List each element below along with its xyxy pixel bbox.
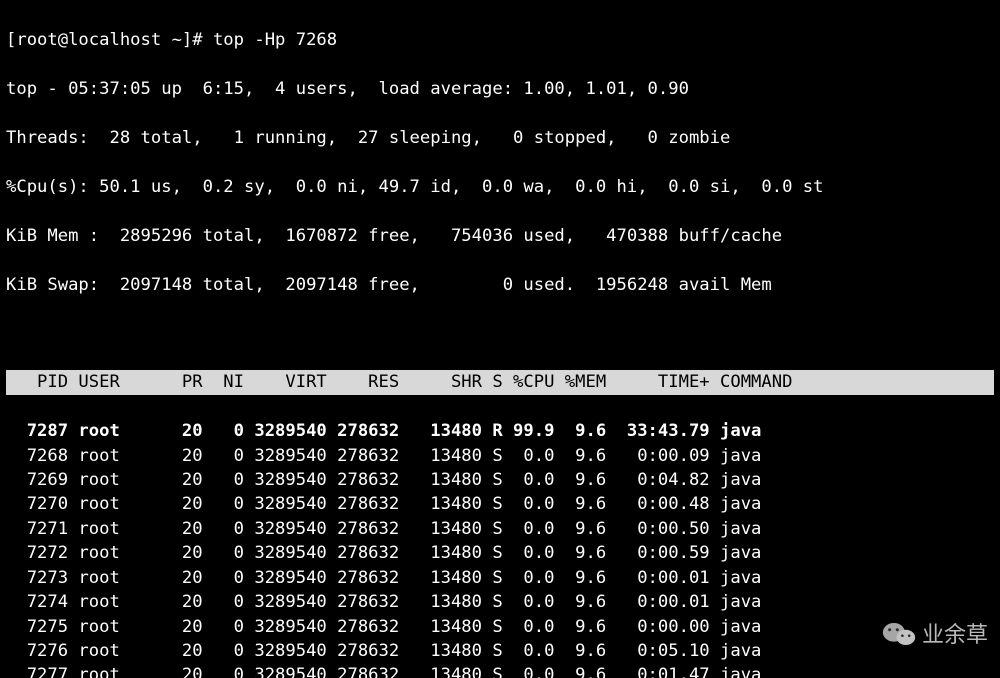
table-row: 7268 root 20 0 3289540 278632 13480 S 0.… bbox=[6, 444, 994, 468]
summary-line-2: Threads: 28 total, 1 running, 27 sleepin… bbox=[6, 126, 994, 150]
table-row: 7274 root 20 0 3289540 278632 13480 S 0.… bbox=[6, 590, 994, 614]
summary-line-5: KiB Swap: 2097148 total, 2097148 free, 0… bbox=[6, 273, 994, 297]
table-row: 7287 root 20 0 3289540 278632 13480 R 99… bbox=[6, 419, 994, 443]
prompt-line: [root@localhost ~]# top -Hp 7268 bbox=[6, 28, 994, 52]
table-row: 7277 root 20 0 3289540 278632 13480 S 0.… bbox=[6, 663, 994, 678]
table-row: 7271 root 20 0 3289540 278632 13480 S 0.… bbox=[6, 517, 994, 541]
terminal[interactable]: [root@localhost ~]# top -Hp 7268 top - 0… bbox=[0, 0, 1000, 678]
summary-line-4: KiB Mem : 2895296 total, 1670872 free, 7… bbox=[6, 224, 994, 248]
table-header: PID USER PR NI VIRT RES SHR S %CPU %MEM … bbox=[6, 370, 994, 394]
summary-line-1: top - 05:37:05 up 6:15, 4 users, load av… bbox=[6, 77, 994, 101]
table-row: 7272 root 20 0 3289540 278632 13480 S 0.… bbox=[6, 541, 994, 565]
table-row: 7270 root 20 0 3289540 278632 13480 S 0.… bbox=[6, 492, 994, 516]
blank-line bbox=[6, 321, 994, 345]
table-row: 7273 root 20 0 3289540 278632 13480 S 0.… bbox=[6, 566, 994, 590]
table-body: 7287 root 20 0 3289540 278632 13480 R 99… bbox=[6, 419, 994, 678]
table-row: 7276 root 20 0 3289540 278632 13480 S 0.… bbox=[6, 639, 994, 663]
summary-line-3: %Cpu(s): 50.1 us, 0.2 sy, 0.0 ni, 49.7 i… bbox=[6, 175, 994, 199]
table-row: 7275 root 20 0 3289540 278632 13480 S 0.… bbox=[6, 615, 994, 639]
table-row: 7269 root 20 0 3289540 278632 13480 S 0.… bbox=[6, 468, 994, 492]
